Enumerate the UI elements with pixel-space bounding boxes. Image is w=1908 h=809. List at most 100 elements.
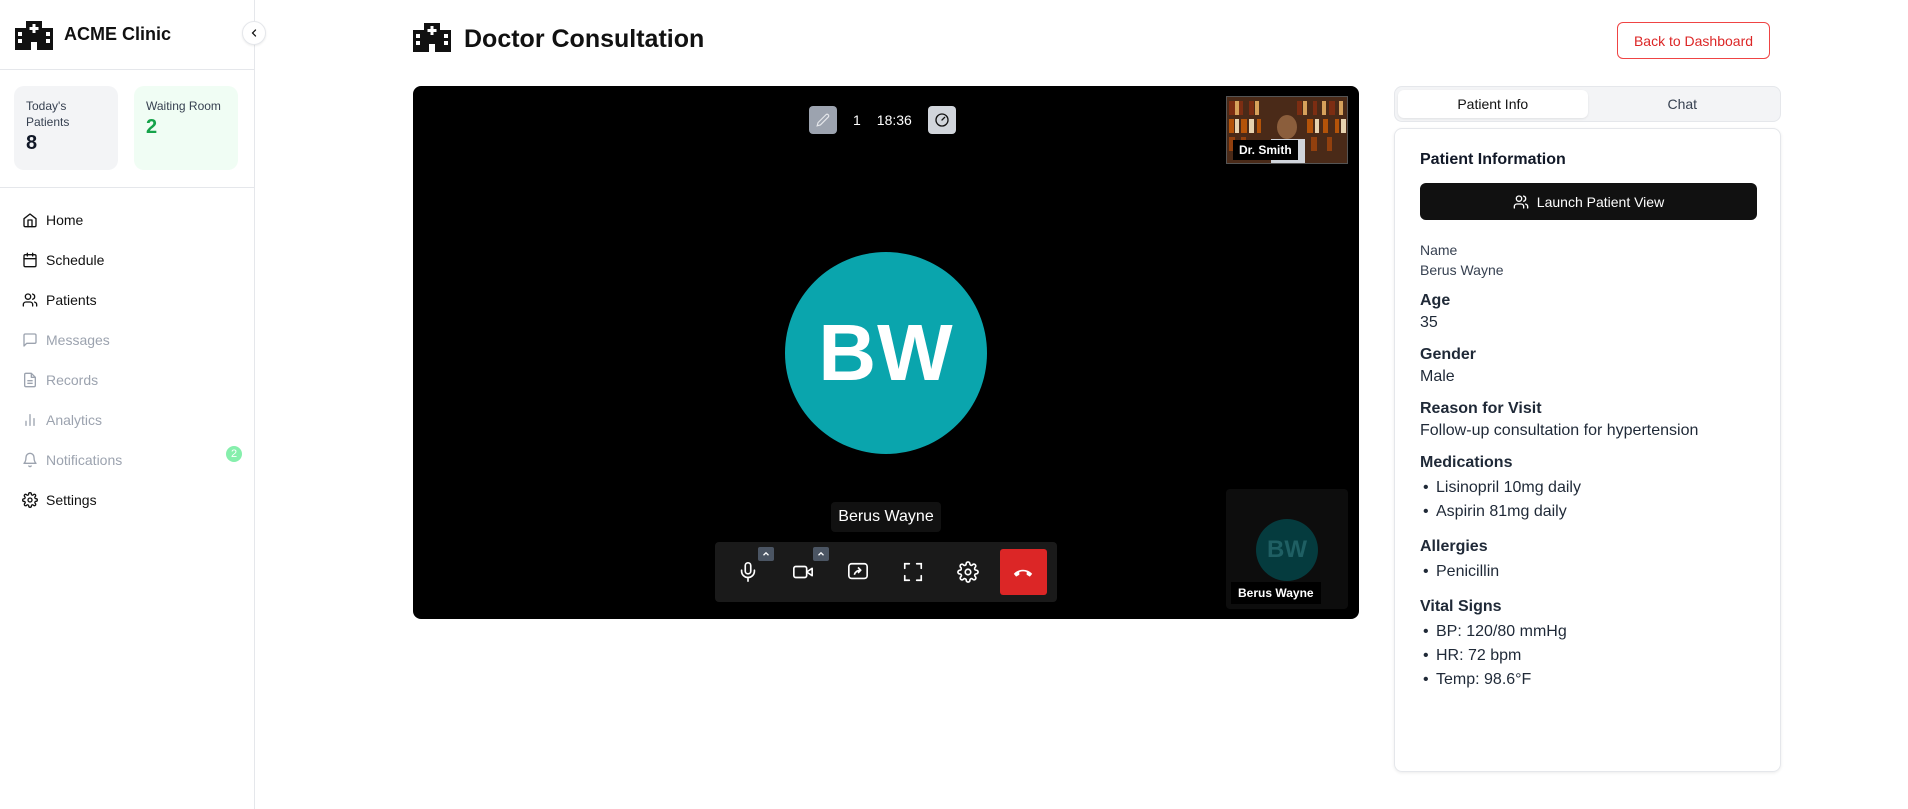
tab-patient-info[interactable]: Patient Info bbox=[1398, 90, 1588, 118]
video-camera-icon bbox=[792, 565, 813, 579]
end-call-button[interactable] bbox=[1000, 549, 1047, 595]
field-age: Age 35 bbox=[1420, 292, 1755, 332]
chevron-left-icon bbox=[251, 29, 257, 37]
sidebar-item-label: Messages bbox=[46, 332, 110, 348]
patient-info-title: Patient Information bbox=[1420, 151, 1566, 168]
fullscreen-button[interactable] bbox=[890, 549, 935, 595]
bar-chart-icon bbox=[25, 414, 35, 426]
list-item: Lisinopril 10mg daily bbox=[1423, 476, 1755, 500]
call-controls bbox=[715, 542, 1057, 602]
sidebar-item-patients[interactable]: Patients bbox=[0, 280, 254, 320]
participant-name-tag: Berus Wayne bbox=[831, 502, 941, 532]
field-name: Name Berus Wayne bbox=[1420, 242, 1755, 278]
patient-info-card: Patient Information Launch Patient View … bbox=[1394, 128, 1781, 772]
name-label: Name bbox=[1420, 242, 1458, 258]
hospital-icon bbox=[412, 22, 452, 57]
stats-button[interactable] bbox=[927, 106, 956, 134]
message-icon bbox=[23, 333, 37, 347]
stat-label: Waiting Room bbox=[146, 99, 221, 113]
brand: ACME Clinic bbox=[0, 0, 254, 70]
list-item: Aspirin 81mg daily bbox=[1423, 500, 1755, 524]
field-gender: Gender Male bbox=[1420, 346, 1755, 386]
participant-avatar: BW bbox=[785, 252, 987, 454]
stats: Today's Patients 8 Waiting Room 2 bbox=[0, 70, 254, 188]
sidebar: ACME Clinic Today's Patients 8 Waiting R… bbox=[0, 0, 255, 809]
stat-value: 8 bbox=[26, 132, 38, 154]
calendar-icon bbox=[23, 252, 37, 268]
stat-value: 2 bbox=[146, 116, 158, 138]
remote-video-label: Berus Wayne bbox=[1231, 582, 1321, 604]
back-to-dashboard-button[interactable]: Back to Dashboard bbox=[1617, 22, 1770, 59]
sidebar-item-label: Home bbox=[46, 212, 84, 228]
chevron-up-icon bbox=[818, 551, 824, 556]
bell-icon bbox=[23, 452, 37, 468]
home-icon bbox=[23, 213, 37, 228]
camera-options-button[interactable] bbox=[813, 547, 829, 561]
sidebar-collapse-button[interactable] bbox=[242, 21, 266, 45]
field-allergies: Allergies Penicillin bbox=[1420, 538, 1755, 584]
stat-waiting-room: Waiting Room 2 bbox=[134, 86, 238, 170]
video-top-bar: 1 18:36 bbox=[809, 106, 956, 134]
users-icon bbox=[22, 293, 38, 307]
sidebar-item-records[interactable]: Records bbox=[0, 360, 254, 400]
camera-button[interactable] bbox=[780, 547, 829, 595]
patient-panel: Patient Info Chat Patient Information La… bbox=[1394, 86, 1781, 776]
field-medications: Medications Lisinopril 10mg daily Aspiri… bbox=[1420, 454, 1755, 524]
notification-badge: 2 bbox=[226, 446, 242, 462]
share-screen-button[interactable] bbox=[835, 549, 880, 595]
list-item: HR: 72 bpm bbox=[1423, 644, 1755, 668]
call-settings-button[interactable] bbox=[945, 549, 990, 595]
sidebar-item-label: Patients bbox=[46, 292, 97, 308]
sidebar-item-messages[interactable]: Messages bbox=[0, 320, 254, 360]
allergies-label: Allergies bbox=[1420, 538, 1488, 555]
name-value: Berus Wayne bbox=[1420, 262, 1504, 278]
app-name: ACME Clinic bbox=[64, 24, 172, 44]
reason-label: Reason for Visit bbox=[1420, 400, 1542, 417]
age-label: Age bbox=[1420, 292, 1451, 309]
stat-label: Today's Patients bbox=[26, 99, 70, 129]
launch-patient-view-button[interactable]: Launch Patient View bbox=[1420, 183, 1757, 220]
self-video-label: Dr. Smith bbox=[1233, 140, 1298, 160]
sidebar-item-home[interactable]: Home bbox=[0, 200, 254, 240]
list-item: Temp: 98.6°F bbox=[1423, 668, 1755, 692]
gear-icon bbox=[22, 492, 38, 508]
sidebar-item-label: Records bbox=[46, 372, 99, 388]
panel-tabs: Patient Info Chat bbox=[1394, 86, 1781, 122]
self-video-thumbnail[interactable]: Dr. Smith bbox=[1226, 96, 1348, 164]
phone-hangup-icon bbox=[1014, 569, 1033, 577]
allergies-list: Penicillin bbox=[1420, 560, 1755, 584]
remote-avatar: BW bbox=[1256, 519, 1318, 581]
sidebar-item-label: Analytics bbox=[46, 412, 103, 428]
call-timer: 18:36 bbox=[876, 112, 912, 128]
sidebar-item-label: Settings bbox=[46, 492, 97, 508]
hospital-icon bbox=[14, 19, 54, 51]
vitals-list: BP: 120/80 mmHg HR: 72 bpm Temp: 98.6°F bbox=[1420, 620, 1755, 692]
field-reason: Reason for Visit Follow-up consultation … bbox=[1420, 400, 1755, 440]
share-screen-icon bbox=[847, 562, 868, 580]
remote-video-thumbnail[interactable]: BW Berus Wayne bbox=[1226, 489, 1348, 609]
gear-icon bbox=[956, 561, 979, 583]
reason-value: Follow-up consultation for hypertension bbox=[1420, 422, 1699, 439]
field-vitals: Vital Signs BP: 120/80 mmHg HR: 72 bpm T… bbox=[1420, 598, 1755, 692]
fullscreen-icon bbox=[903, 562, 922, 582]
stat-todays-patients: Today's Patients 8 bbox=[14, 86, 118, 170]
sidebar-item-analytics[interactable]: Analytics bbox=[0, 400, 254, 440]
gauge-icon bbox=[935, 113, 949, 127]
mic-options-button[interactable] bbox=[758, 547, 774, 561]
page-header: Doctor Consultation bbox=[412, 22, 704, 57]
mute-button[interactable] bbox=[725, 547, 774, 595]
sidebar-item-label: Schedule bbox=[46, 252, 105, 268]
launch-label: Launch Patient View bbox=[1536, 193, 1665, 210]
sidebar-item-schedule[interactable]: Schedule bbox=[0, 240, 254, 280]
sidebar-item-notifications[interactable]: Notifications 2 bbox=[0, 440, 254, 480]
tab-chat[interactable]: Chat bbox=[1588, 90, 1778, 118]
list-item: Penicillin bbox=[1423, 560, 1755, 584]
gender-value: Male bbox=[1420, 368, 1455, 385]
sidebar-item-settings[interactable]: Settings bbox=[0, 480, 254, 520]
vitals-label: Vital Signs bbox=[1420, 598, 1502, 615]
video-call-area: 1 18:36 Dr. Smith BW Berus Wayne BW Beru… bbox=[413, 86, 1359, 619]
annotate-button[interactable] bbox=[809, 106, 837, 134]
page-title: Doctor Consultation bbox=[464, 25, 705, 53]
pencil-icon bbox=[816, 113, 830, 127]
users-icon bbox=[1513, 194, 1529, 209]
